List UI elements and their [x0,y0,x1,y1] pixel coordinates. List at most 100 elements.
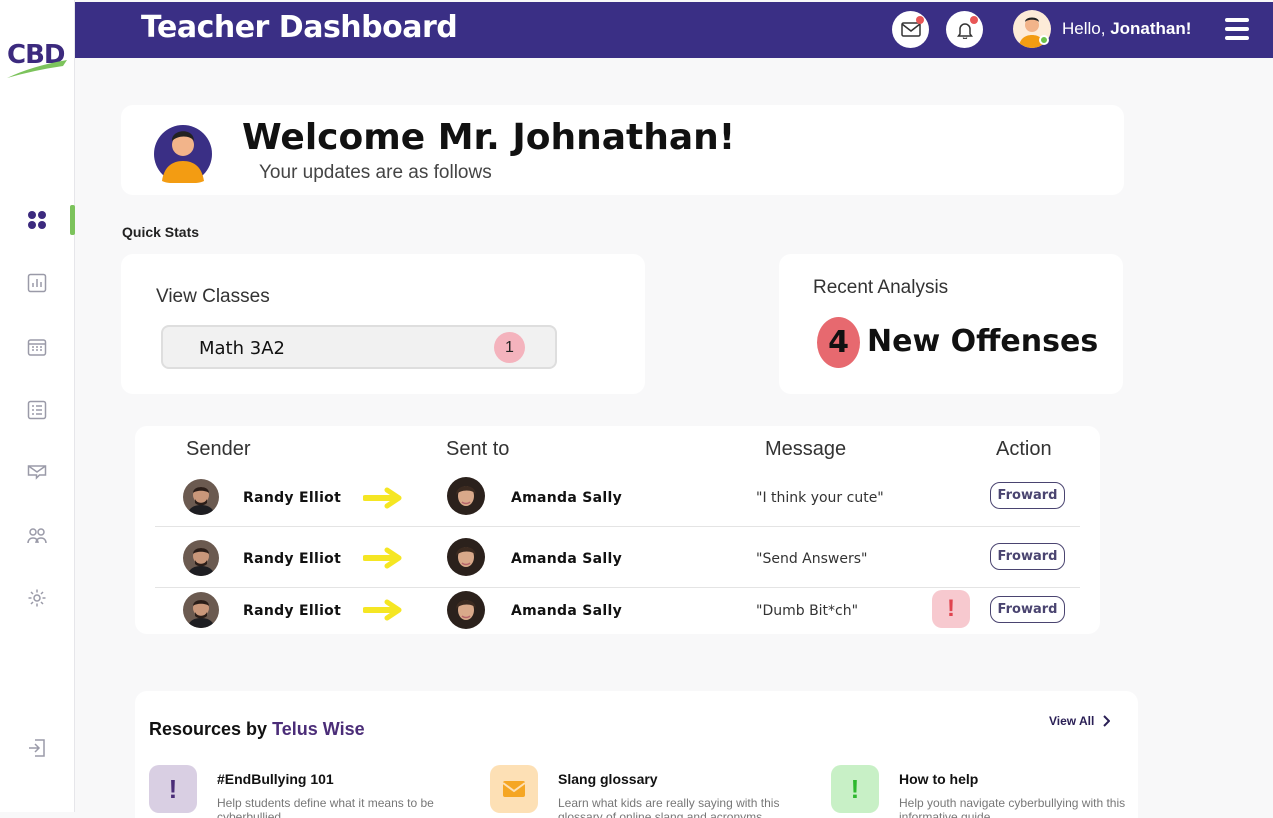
table-row: Randy Elliot Amanda Sally "Send Answers"… [155,531,1080,587]
view-classes-title: View Classes [156,286,270,307]
menu-icon [1225,18,1249,22]
header-message: Message [765,438,847,460]
table-row: Randy Elliot Amanda Sally "I think your … [155,470,1080,526]
recent-analysis-title: Recent Analysis [813,277,949,298]
sender-avatar [183,540,219,576]
sender-avatar-icon [183,592,219,628]
sender-name: Randy Elliot [243,490,342,506]
class-name: Math 3A2 [199,338,285,359]
recipient-name: Amanda Sally [511,551,623,567]
welcome-subtitle: Your updates are as follows [259,162,492,183]
resource-item[interactable]: Slang glossary Learn what kids are reall… [490,765,810,818]
header-action: Action [996,438,1052,460]
sidebar-item-students[interactable] [24,523,50,549]
list-icon [27,400,47,420]
forward-button[interactable]: Froward [990,482,1065,509]
resources-title-prefix: Resources by [149,719,273,739]
resources-title: Resources by Telus Wise [149,719,365,740]
flagged-alert-icon[interactable]: ! [932,590,970,628]
bell-notification-dot [970,16,978,24]
arrow-right-icon [363,487,402,509]
sender-avatar-icon [183,479,219,515]
resource-name: Slang glossary [558,771,658,787]
forward-button[interactable]: Froward [990,543,1065,570]
inbox-icon [27,465,47,480]
online-status-dot [1039,35,1049,45]
exclamation-icon: ! [149,765,197,813]
sender-name: Randy Elliot [243,551,342,567]
row-divider [155,526,1080,527]
notifications-button[interactable] [946,11,983,48]
menu-button[interactable] [1225,18,1249,40]
sidebar-item-reports[interactable] [24,397,50,423]
forward-button[interactable]: Froward [990,596,1065,623]
resources-card: Resources by Telus Wise View All ! #EndB… [135,691,1138,818]
resource-description: Learn what kids are really saying with t… [558,796,780,818]
dashboard-grid-icon [28,211,46,229]
recipient-name: Amanda Sally [511,490,623,506]
view-all-link[interactable]: View All [1049,714,1111,728]
user-greeting: Hello, Jonathan! [1062,19,1191,39]
recipient-avatar [447,591,485,629]
table-row: Randy Elliot Amanda Sally "Dumb Bit*ch" … [155,588,1080,634]
resource-item[interactable]: ! How to help Help youth navigate cyberb… [831,765,1151,818]
message-text: "I think your cute" [756,490,884,506]
sidebar: CBD [0,0,75,812]
sidebar-item-analytics[interactable] [24,270,50,296]
resource-name: How to help [899,771,979,787]
class-count-badge: 1 [494,332,525,363]
settings-icon [28,589,46,607]
resources-brand: Telus Wise [272,719,365,739]
offense-count-badge: 4 [817,317,860,368]
sidebar-item-calendar[interactable] [24,334,50,360]
page-title: Teacher Dashboard [141,10,458,45]
bar-chart-icon [27,273,47,293]
exclamation-icon: ! [831,765,879,813]
teacher-avatar [154,119,212,184]
welcome-card: Welcome Mr. Johnathan! Your updates are … [121,105,1124,195]
recipient-avatar-icon [447,591,485,629]
bell-icon [956,22,973,39]
message-text: "Send Answers" [756,551,868,567]
recipient-avatar [447,477,485,515]
mail-notification-dot [916,16,924,24]
header-sender: Sender [186,438,251,460]
message-text: "Dumb Bit*ch" [756,603,859,619]
recipient-avatar-icon [447,477,485,515]
logout-button[interactable] [24,735,50,761]
logo-swoosh-icon [7,60,67,78]
sender-avatar [183,479,219,515]
sidebar-item-settings[interactable] [24,585,50,611]
chevron-right-icon [1103,715,1111,727]
resource-description: Help youth navigate cyberbullying with t… [899,796,1126,818]
messages-table: Sender Sent to Message Action Randy Elli… [135,426,1100,634]
calendar-icon [27,339,47,356]
greeting-prefix: Hello, [1062,19,1111,38]
mail-icon [900,22,921,37]
recipient-avatar-icon [447,538,485,576]
top-header: Teacher Dashboard Hello, Jonathan! [75,2,1273,58]
sidebar-item-dashboard[interactable] [24,207,50,233]
resource-item[interactable]: ! #EndBullying 101 Help students define … [149,765,469,818]
offense-label: New Offenses [867,324,1099,359]
header-sent-to: Sent to [446,438,510,460]
sender-avatar [183,592,219,628]
app-logo[interactable]: CBD [7,40,69,80]
welcome-title: Welcome Mr. Johnathan! [242,117,736,158]
recent-analysis-card[interactable]: Recent Analysis 4 New Offenses [779,254,1123,394]
view-all-label: View All [1049,714,1095,728]
sidebar-item-messages[interactable] [24,459,50,485]
greeting-user-name: Jonathan! [1110,19,1192,38]
resource-description: Help students define what it means to be… [217,796,434,818]
sender-avatar-icon [183,540,219,576]
recipient-name: Amanda Sally [511,603,623,619]
class-item[interactable]: Math 3A2 1 [161,325,557,369]
teacher-avatar-icon [154,125,212,184]
mail-button[interactable] [892,11,929,48]
sender-name: Randy Elliot [243,603,342,619]
users-icon [27,528,47,544]
arrow-right-icon [363,599,402,621]
logout-icon [29,739,45,757]
arrow-right-icon [363,547,402,569]
sidebar-active-indicator [70,205,75,235]
